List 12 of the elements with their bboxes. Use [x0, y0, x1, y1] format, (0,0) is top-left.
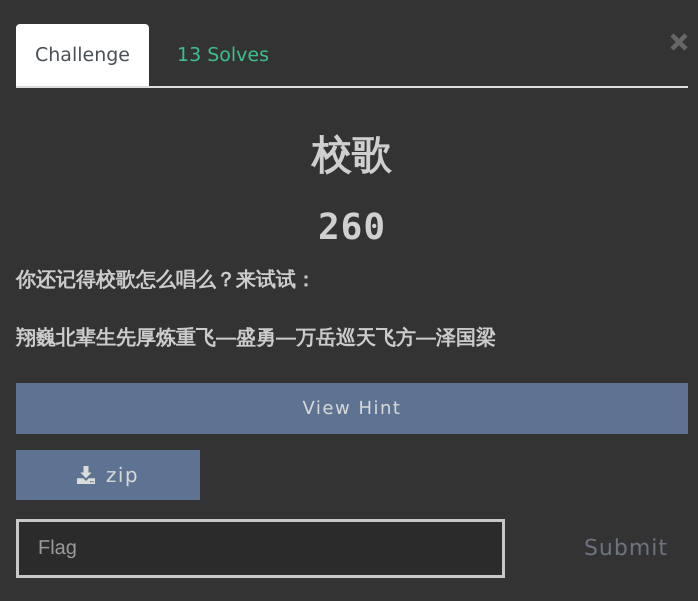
description-text: 翔巍北辈生先厚炼重飞—盛勇—万岳巡天飞方—泽国梁	[16, 326, 497, 351]
download-icon	[76, 466, 95, 484]
submit-button[interactable]: Submit	[584, 536, 668, 561]
tab[interactable]: 13 Solves	[149, 24, 298, 86]
challenge-title: 校歌	[312, 132, 392, 179]
flag-input-field[interactable]: Flag	[16, 519, 505, 578]
tab[interactable]: Challenge	[16, 24, 149, 86]
view-hint-button[interactable]: View Hint	[16, 383, 688, 434]
description-text: 你还记得校歌怎么唱么？来试试：	[16, 268, 317, 293]
file-download-button[interactable]: zip	[16, 450, 200, 500]
close-icon[interactable]	[670, 33, 688, 51]
challenge-points: 260	[318, 208, 386, 248]
